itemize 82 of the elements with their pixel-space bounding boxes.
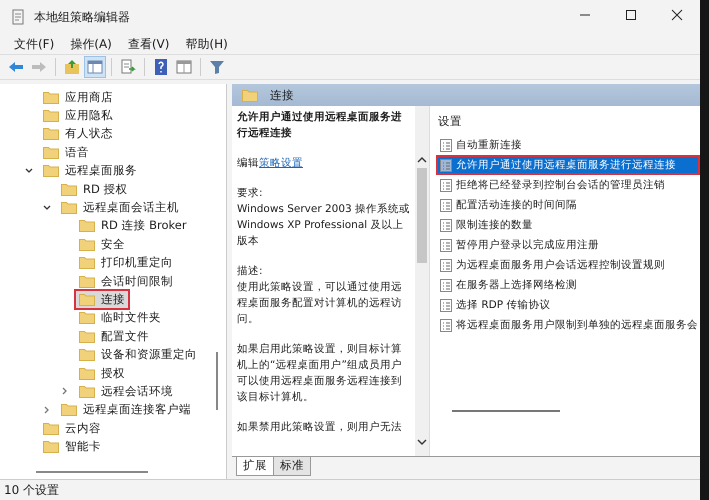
menu-item[interactable]: 文件(F) xyxy=(12,36,56,52)
folder-icon xyxy=(43,109,59,122)
tree-item[interactable]: 连接 xyxy=(74,289,130,310)
tree-item[interactable]: RD 授权 xyxy=(56,178,133,200)
tree-item[interactable]: 临时文件夹 xyxy=(74,307,166,328)
column-header: 设置 xyxy=(437,114,463,130)
setting-item[interactable]: 暂停用户登录以完成应用注册 xyxy=(436,235,700,255)
setting-icon xyxy=(440,298,452,312)
setting-icon xyxy=(440,238,452,252)
section-label: 描述: xyxy=(237,264,264,279)
status-bar: 10 个设置 xyxy=(0,479,700,500)
folder-icon xyxy=(61,403,77,416)
scrollbar[interactable] xyxy=(415,106,429,456)
policy-settings-link[interactable]: 策略设置 xyxy=(259,157,303,169)
folder-icon xyxy=(43,146,59,159)
folder-icon xyxy=(79,293,95,306)
tree-item[interactable]: 设备和资源重定向 xyxy=(74,344,202,366)
tree-item[interactable]: 安全 xyxy=(74,234,130,255)
tree-item[interactable]: 云内容 xyxy=(38,418,106,439)
setting-item[interactable]: 限制连接的数量 xyxy=(436,215,700,235)
tab[interactable]: 标准 xyxy=(273,457,311,476)
folder-icon xyxy=(79,366,95,380)
window-title: 本地组策略编辑器 xyxy=(34,8,131,26)
folder-icon xyxy=(43,440,59,454)
menu-item[interactable]: 帮助(H) xyxy=(183,36,230,52)
tree-item[interactable]: 配置文件 xyxy=(74,326,154,347)
menu-item[interactable]: 操作(A) xyxy=(68,36,114,52)
setting-icon xyxy=(440,258,452,272)
menu-item[interactable]: 查看(V) xyxy=(126,36,172,52)
setting-item[interactable]: 自动重新连接 xyxy=(436,135,700,155)
policy-title: 允许用户通过使用远程桌面服务进行远程连接 xyxy=(237,110,403,141)
chevron-up-icon[interactable] xyxy=(417,156,427,164)
setting-item[interactable]: 将远程桌面服务用户限制到单独的远程桌面服务会 xyxy=(436,315,700,335)
document-icon xyxy=(10,9,26,25)
setting-item[interactable]: 在服务器上选择网络检测 xyxy=(436,275,700,295)
description-text: 如果禁用此策略设置，则用户无法 xyxy=(237,420,403,435)
setting-item[interactable]: 选择 RDP 传输协议 xyxy=(436,295,700,315)
folder-icon xyxy=(79,348,95,362)
tree-item[interactable]: 智能卡 xyxy=(38,436,106,458)
tree-item[interactable]: 会话时间限制 xyxy=(74,270,178,292)
edit-label: 编辑 xyxy=(237,157,259,169)
description-text: Windows Server 2003 操作系统或 Windows XP Professional 及以上版本 xyxy=(237,202,412,249)
folder-icon xyxy=(79,330,95,343)
folder-icon xyxy=(61,201,77,214)
folder-icon xyxy=(61,182,77,196)
setting-item[interactable]: 配置活动连接的时间间隔 xyxy=(436,195,700,215)
setting-item[interactable]: 为远程桌面服务用户会话远程控制设置规则 xyxy=(436,255,700,275)
scrollbar[interactable] xyxy=(36,471,148,473)
pane-title: 连接 xyxy=(270,88,294,102)
setting-item[interactable]: 拒绝将已经登录到控制台会话的管理员注销 xyxy=(436,175,700,195)
tree-item[interactable]: 打印机重定向 xyxy=(74,252,178,274)
setting-icon xyxy=(440,158,452,172)
folder-up-icon[interactable] xyxy=(62,57,82,77)
tree-item[interactable]: 语音 xyxy=(38,142,94,163)
folder-icon xyxy=(79,256,95,270)
setting-icon xyxy=(440,318,452,332)
folder-icon xyxy=(79,219,95,232)
tab[interactable]: 扩展 xyxy=(236,457,274,476)
setting-icon xyxy=(440,218,452,232)
setting-icon xyxy=(440,198,452,212)
setting-icon xyxy=(440,138,452,152)
folder-icon xyxy=(79,238,95,251)
tree-item[interactable]: 远程桌面连接客户端 xyxy=(56,399,196,420)
pane-toggle-icon[interactable] xyxy=(85,57,105,77)
folder-icon xyxy=(43,127,59,140)
scrollbar[interactable] xyxy=(452,410,560,412)
folder-icon xyxy=(242,88,258,102)
section-label: 要求: xyxy=(237,186,264,201)
folder-icon xyxy=(43,422,59,435)
setting-item[interactable]: 允许用户通过使用远程桌面服务进行远程连接 xyxy=(436,155,700,175)
tree-item[interactable]: 应用商店 xyxy=(38,86,118,108)
scrollbar[interactable] xyxy=(216,352,218,410)
tree-item[interactable]: 远程桌面服务 xyxy=(38,160,142,182)
setting-icon xyxy=(440,178,452,192)
folder-icon xyxy=(79,384,95,398)
description-text: 使用此策略设置，可以通过使用远程桌面服务配置对计算机的远程访问。 xyxy=(237,280,403,327)
scrollbar-thumb[interactable] xyxy=(417,168,427,263)
description-text: 如果启用此策略设置，则目标计算机上的“远程桌面用户”组成员用户可以使用远程桌面服务远程连接到该目标计算机。 xyxy=(237,342,403,405)
folder-icon xyxy=(43,90,59,104)
chevron-down-icon[interactable] xyxy=(417,438,427,446)
setting-icon xyxy=(440,278,452,292)
folder-icon xyxy=(43,164,59,178)
